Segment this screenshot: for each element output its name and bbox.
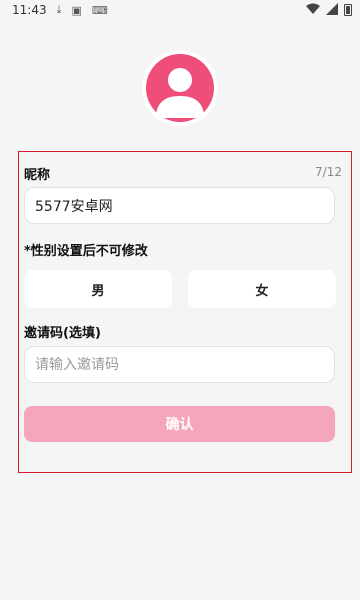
gender-label: *性别设置后不可修改 — [24, 244, 148, 259]
status-right — [306, 2, 352, 18]
gender-male-button[interactable]: 男 — [24, 270, 172, 308]
status-left: 11:43 ⤓ ▣ ⌨ — [12, 3, 108, 17]
invite-code-input[interactable] — [24, 346, 335, 383]
keyboard-icon: ⌨ — [91, 3, 108, 17]
avatar[interactable] — [142, 50, 218, 126]
wifi-icon — [306, 3, 320, 18]
nickname-value: 5577安卓网 — [35, 198, 113, 215]
status-bar: 11:43 ⤓ ▣ ⌨ — [0, 0, 360, 20]
gender-male-label: 男 — [91, 283, 105, 299]
gender-female-button[interactable]: 女 — [188, 270, 336, 308]
avatar-user-icon — [146, 54, 214, 122]
nickname-field[interactable]: 5577安卓网 — [24, 187, 335, 224]
app-icon: ▣ — [71, 3, 82, 17]
battery-icon — [344, 4, 352, 16]
download-icon: ⤓ — [56, 3, 62, 16]
nickname-counter: 7/12 — [315, 165, 342, 179]
status-time: 11:43 — [12, 3, 47, 17]
invite-label: 邀请码(选填) — [24, 326, 101, 341]
confirm-button[interactable]: 确认 — [24, 406, 335, 442]
signal-icon — [326, 2, 338, 18]
confirm-button-label: 确认 — [165, 417, 194, 433]
gender-female-label: 女 — [255, 283, 269, 299]
nickname-label: 昵称 — [24, 168, 51, 183]
